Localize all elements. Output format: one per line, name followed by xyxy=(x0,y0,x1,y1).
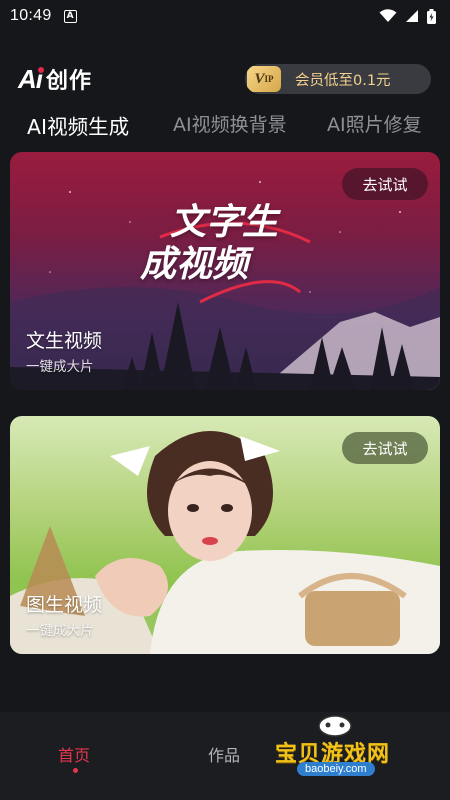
watermark-url: baobeiy.com xyxy=(297,762,375,776)
logo-text: 创作 xyxy=(46,69,93,94)
card-title: 文生视频 xyxy=(26,330,103,352)
tab-ai-video-background[interactable]: AI视频换背景 xyxy=(173,110,287,137)
card-image-to-video[interactable]: 去试试 图生视频 一键成大片 xyxy=(10,416,440,654)
app-header: Ai 创作 V IP 会员低至0.1元 xyxy=(0,52,450,106)
card-text-to-video[interactable]: 文字生 成视频 去试试 文生视频 一键成大片 xyxy=(10,152,440,390)
notification-icon: A xyxy=(63,9,77,23)
watermark-logo: 宝贝游戏网 baobeiy.com xyxy=(275,715,425,782)
nav-home[interactable]: 首页 xyxy=(58,742,90,766)
try-button[interactable]: 去试试 xyxy=(342,432,428,464)
art-line-1: 文字生 xyxy=(170,202,279,243)
nav-works[interactable]: 作品 xyxy=(208,742,240,766)
status-bar: 10:49 A xyxy=(0,0,450,32)
status-time: 10:49 xyxy=(10,7,52,24)
vip-promo-text: 会员低至0.1元 xyxy=(295,72,391,89)
nav-active-indicator xyxy=(73,768,78,773)
gamepad-icon xyxy=(318,715,352,737)
vip-banner[interactable]: V IP 会员低至0.1元 xyxy=(245,64,431,94)
app-logo: Ai 创作 xyxy=(18,62,92,96)
card-subtitle: 一键成大片 xyxy=(26,359,94,375)
try-button[interactable]: 去试试 xyxy=(342,168,428,200)
wifi-icon xyxy=(379,9,397,22)
tab-ai-photo-restore[interactable]: AI照片修复 xyxy=(327,110,422,137)
signal-icon xyxy=(406,10,418,22)
battery-icon xyxy=(427,8,436,24)
card-subtitle: 一键成大片 xyxy=(26,623,94,639)
vip-icon: V IP xyxy=(247,66,281,92)
status-icons xyxy=(379,8,436,24)
logo-ai: Ai xyxy=(18,63,44,94)
category-tabs: AI视频生成 AI视频换背景 AI照片修复 xyxy=(0,108,450,144)
tab-ai-video-generate[interactable]: AI视频生成 xyxy=(27,110,129,140)
art-line-2: 成视频 xyxy=(140,244,249,285)
card-art-title: 文字生 成视频 xyxy=(140,202,279,286)
card-title: 图生视频 xyxy=(26,594,103,616)
